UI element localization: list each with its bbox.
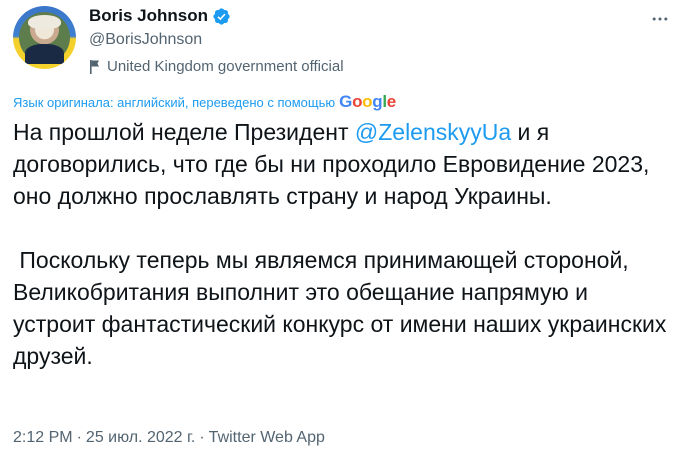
author-handle[interactable]: @BorisJohnson (89, 31, 202, 49)
more-options-button[interactable] (647, 6, 673, 32)
translation-note-text: Язык оригинала: английский, переведено с… (13, 94, 336, 110)
avatar-hair (28, 15, 61, 29)
tweet-text: На прошлой неделе Президент @ZelenskyyUa… (13, 116, 673, 372)
google-logo-icon: Google (339, 92, 396, 111)
tweet-paragraph-1: На прошлой неделе Президент @ZelenskyyUa… (13, 116, 673, 212)
mention-link[interactable]: @ZelenskyyUa (355, 119, 511, 145)
tweet-date[interactable]: 25 июл. 2022 г. (86, 429, 195, 447)
avatar-suit (25, 44, 64, 64)
tweet-source[interactable]: Twitter Web App (209, 429, 325, 447)
avatar[interactable] (13, 6, 76, 69)
meta-separator: · (199, 429, 205, 446)
author-name-row: Boris Johnson (89, 6, 231, 26)
tweet-time[interactable]: 2:12 PM (13, 429, 73, 447)
tweet-metadata: 2:12 PM · 25 июл. 2022 г. · Twitter Web … (13, 429, 325, 447)
verified-badge-icon (212, 7, 231, 26)
more-dots-icon (652, 17, 668, 21)
affiliation-label[interactable]: United Kingdom government official (89, 58, 344, 75)
flag-icon (89, 59, 101, 75)
tweet-text-part: На прошлой неделе Президент (13, 119, 355, 145)
affiliation-label-text: United Kingdom government official (107, 58, 344, 75)
author-name[interactable]: Boris Johnson (89, 6, 208, 26)
meta-separator: · (76, 429, 82, 446)
translation-note[interactable]: Язык оригинала: английский, переведено с… (13, 92, 396, 112)
tweet-card: Boris Johnson @BorisJohnson United Kingd… (0, 0, 687, 467)
tweet-paragraph-2: Поскольку теперь мы являемся принимающей… (13, 247, 673, 369)
